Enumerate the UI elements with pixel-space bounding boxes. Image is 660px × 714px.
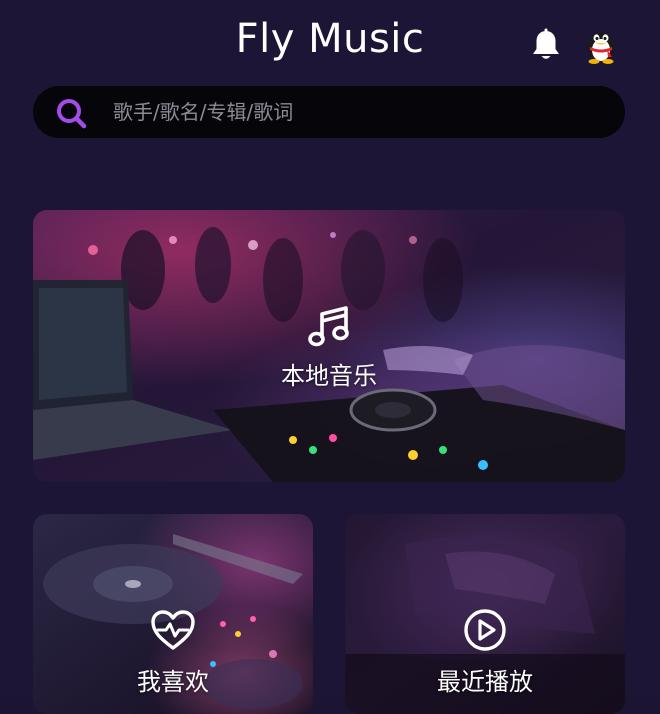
music-note-icon — [308, 306, 349, 347]
penguin-avatar-icon[interactable] — [584, 26, 618, 64]
favorites-content: 我喜欢 — [33, 608, 313, 697]
search-bar[interactable] — [33, 86, 625, 138]
search-icon[interactable] — [55, 97, 87, 129]
app-screen: Fly Music 歌手/歌名/专辑/歌词 本地音乐 我喜欢 最近播放 — [0, 0, 660, 714]
recent-content: 最近播放 — [345, 608, 625, 697]
play-circle-icon — [464, 609, 506, 651]
local-music-card[interactable]: 本地音乐 — [33, 210, 625, 482]
search-input[interactable] — [113, 86, 603, 138]
recent-label: 最近播放 — [437, 668, 533, 696]
bell-icon[interactable] — [530, 28, 562, 64]
recent-card[interactable]: 最近播放 — [345, 514, 625, 714]
heart-pulse-icon — [151, 610, 195, 650]
favorites-card[interactable]: 我喜欢 — [33, 514, 313, 714]
favorites-label: 我喜欢 — [137, 668, 209, 696]
local-music-label: 本地音乐 — [281, 362, 377, 390]
local-music-content: 本地音乐 — [33, 304, 625, 391]
